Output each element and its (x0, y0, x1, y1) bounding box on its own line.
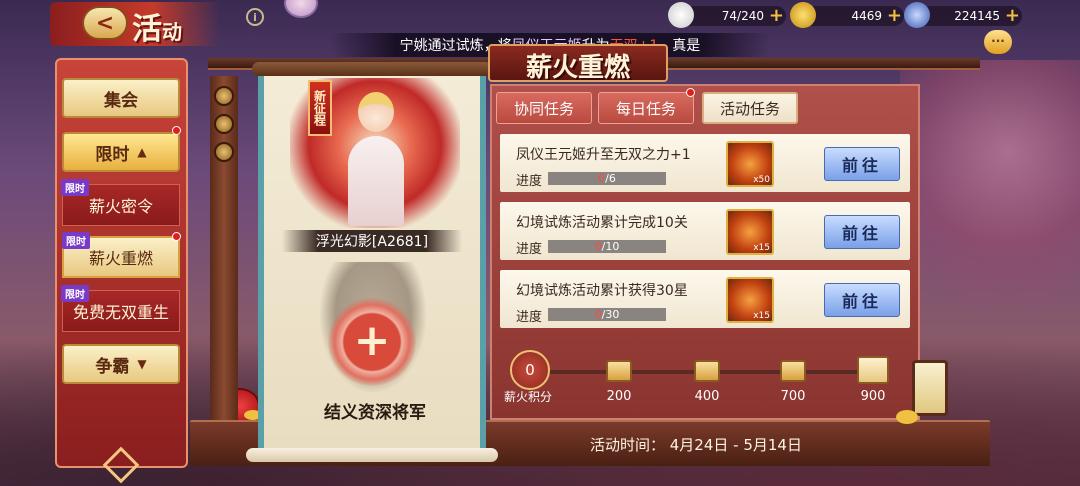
notification-dot (172, 232, 181, 241)
task-row: 凤仪王元姬升至无双之力+1 进度 0/6 x50 前往 (500, 134, 910, 192)
sidebar-item-contest[interactable]: 争霸 ▼ (62, 344, 180, 384)
points-label: 薪火积分 (504, 390, 553, 404)
frame-pillar (210, 76, 238, 422)
milestone-chest-icon[interactable] (780, 360, 806, 382)
info-icon[interactable]: i (246, 8, 264, 26)
scroll-rod-top (252, 62, 492, 76)
chevron-down-icon: ▼ (137, 357, 147, 371)
milestone-label: 900 (860, 389, 886, 404)
sidebar-item-free-rebirth[interactable]: 限时 免费无双重生 (61, 285, 180, 332)
scroll-rod-bottom (246, 448, 498, 462)
resource-coins: 224145 + (904, 2, 1022, 28)
milestone-label: 700 (780, 389, 806, 404)
add-ingots-button[interactable]: + (887, 6, 902, 26)
milestone-label: 200 (606, 389, 632, 404)
add-general-button[interactable]: + (348, 318, 396, 366)
chat-bubble-icon[interactable]: ··· (984, 30, 1012, 54)
flame-reward-icon[interactable]: x15 (726, 277, 774, 323)
sidebar-item-xinhuo-rekindle[interactable]: 限时 薪火重燃 (62, 232, 180, 278)
back-button[interactable]: < (82, 6, 128, 40)
gold-ingot-icon (790, 2, 816, 28)
mascot-pig-icon[interactable] (284, 0, 318, 18)
new-journey-badge: 新征程 (308, 80, 332, 136)
background-blossom (900, 60, 1080, 360)
coin-ornament-icon (214, 86, 234, 106)
back-arrow-icon: < (95, 10, 115, 36)
lantern-icon (912, 360, 948, 416)
sidebar-item-xinhuo-token[interactable]: 限时 薪火密令 (61, 179, 180, 226)
milestone-chest-icon[interactable] (694, 360, 720, 382)
resource-ingots: 4469 + (790, 2, 904, 28)
task-row: 幻境试炼活动累计完成10关 进度 0/10 x15 前往 (500, 202, 910, 260)
go-button[interactable]: 前往 (824, 147, 900, 181)
sidebar-item-gathering[interactable]: 集会 (62, 78, 180, 118)
add-buns-button[interactable]: + (769, 6, 784, 26)
milestone-label: 400 (694, 389, 720, 404)
notification-dot (686, 88, 695, 97)
page-title: 活动 (132, 12, 182, 47)
go-button[interactable]: 前往 (824, 283, 900, 317)
steamed-bun-icon (668, 2, 694, 28)
tab-event-tasks[interactable]: 活动任务 (702, 92, 798, 124)
coin-icon (904, 2, 930, 28)
flame-reward-icon[interactable]: x15 (726, 209, 774, 255)
coin-pile-icon (896, 410, 918, 424)
chevron-up-icon: ▲ (137, 145, 147, 159)
points-counter: 0 (510, 350, 550, 390)
flame-reward-icon[interactable]: x50 (726, 141, 774, 187)
tab-cooperative-tasks[interactable]: 协同任务 (496, 92, 592, 124)
progress-bar: 0/10 (548, 240, 666, 253)
milestone-big-chest-icon[interactable] (857, 356, 889, 384)
resource-buns: 74/240 + (668, 2, 786, 28)
task-row: 幻境试炼活动累计获得30星 进度 0/30 x15 前往 (500, 270, 910, 328)
panel-title: 薪火重燃 (488, 44, 668, 82)
progress-bar: 0/6 (548, 172, 666, 185)
coin-ornament-icon (214, 142, 234, 162)
tab-daily-tasks[interactable]: 每日任务 (598, 92, 694, 124)
hero-name: 浮光幻影[A2681] (282, 230, 462, 252)
sidebar-item-limited[interactable]: 限时 ▲ (62, 132, 180, 172)
hero-body (348, 136, 404, 226)
add-coins-button[interactable]: + (1005, 6, 1020, 26)
progress-bar: 0/30 (548, 308, 666, 321)
notification-dot (172, 126, 181, 135)
event-time: 活动时间： 4月24日 - 5月14日 (590, 436, 802, 454)
coin-ornament-icon (214, 114, 234, 134)
go-button[interactable]: 前往 (824, 215, 900, 249)
hero-face (358, 92, 394, 132)
milestone-chest-icon[interactable] (606, 360, 632, 382)
slot-label: 结义资深将军 (324, 403, 426, 423)
